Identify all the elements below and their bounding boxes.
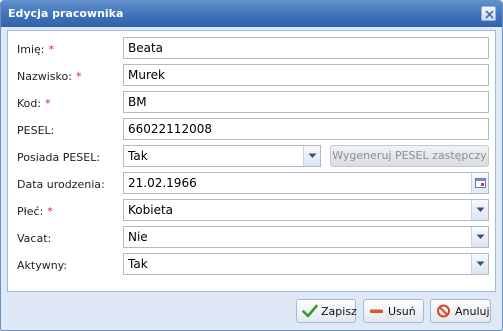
aktywny-select[interactable]: Tak <box>123 253 489 275</box>
required-marker: * <box>48 43 55 56</box>
label-imie: Imię: * <box>17 43 54 56</box>
row-vacat: Vacat: Nie <box>8 226 495 248</box>
dropdown-trigger[interactable] <box>303 146 320 166</box>
dialog-title: Edycja pracownika <box>8 7 124 20</box>
cancel-button-label: Anuluj <box>455 305 490 318</box>
imie-input[interactable]: Beata <box>123 37 489 59</box>
dropdown-trigger[interactable] <box>471 227 488 247</box>
close-icon <box>485 10 494 19</box>
row-nazwisko: Nazwisko: * Murek <box>8 64 495 86</box>
required-marker: * <box>75 70 82 83</box>
save-button[interactable]: Zapisz <box>296 299 357 323</box>
birth-date-value: 21.02.1966 <box>128 176 197 190</box>
row-plec: Płeć: * Kobieta <box>8 199 495 221</box>
aktywny-value: Tak <box>128 257 148 271</box>
kod-input[interactable]: BM <box>123 91 489 113</box>
delete-button-label: Usuń <box>388 305 416 318</box>
label-pesel: PESEL: <box>17 124 55 137</box>
label-aktywny: Aktywny: <box>17 259 68 272</box>
row-aktywny: Aktywny: Tak <box>8 253 495 275</box>
row-kod: Kod: * BM <box>8 91 495 113</box>
plec-select[interactable]: Kobieta <box>123 199 489 221</box>
date-picker-trigger[interactable] <box>471 173 488 193</box>
row-data-urodzenia: Data urodzenia: 21.02.1966 <box>8 172 495 194</box>
pesel-input[interactable]: 66022112008 <box>123 118 489 140</box>
label-kod: Kod: * <box>17 97 51 110</box>
label-vacat: Vacat: <box>17 232 52 245</box>
chevron-down-icon <box>308 153 317 158</box>
dropdown-trigger[interactable] <box>471 200 488 220</box>
save-button-label: Zapisz <box>321 305 357 318</box>
birth-date-input[interactable]: 21.02.1966 <box>123 172 489 194</box>
dialog-footer: Zapisz Usuń Anuluj <box>1 293 502 331</box>
cancel-button[interactable]: Anuluj <box>430 299 491 323</box>
label-posiada-pesel: Posiada PESEL: <box>17 151 101 164</box>
chevron-down-icon <box>476 234 485 239</box>
chevron-down-icon <box>476 261 485 266</box>
label-plec: Płeć: * <box>17 205 53 218</box>
close-button[interactable] <box>481 6 496 21</box>
generate-pesel-button[interactable]: Wygeneruj PESEL zastępczy <box>330 145 489 167</box>
checkmark-icon <box>302 304 318 318</box>
label-nazwisko: Nazwisko: * <box>17 70 82 83</box>
form-panel: Imię: * Beata Nazwisko: * Murek Kod: * BM P… <box>7 30 496 292</box>
delete-button[interactable]: Usuń <box>363 299 424 323</box>
vacat-select[interactable]: Nie <box>123 226 489 248</box>
required-marker: * <box>45 97 51 110</box>
calendar-icon <box>475 178 486 188</box>
dropdown-trigger[interactable] <box>471 254 488 274</box>
cancel-icon <box>437 304 450 318</box>
row-pesel: PESEL: 66022112008 <box>8 118 495 140</box>
row-posiada-pesel: Posiada PESEL: Tak Wygeneruj PESEL zastę… <box>8 145 495 167</box>
nazwisko-input[interactable]: Murek <box>123 64 489 86</box>
posiada-pesel-value: Tak <box>128 149 148 163</box>
dialog-titlebar[interactable]: Edycja pracownika <box>1 1 502 27</box>
vacat-value: Nie <box>128 230 148 244</box>
label-data-urodzenia: Data urodzenia: <box>17 178 105 191</box>
required-marker: * <box>47 205 53 218</box>
row-imie: Imię: * Beata <box>8 37 495 59</box>
edit-employee-dialog: Edycja pracownika Imię: * Beata Nazwisko:… <box>0 0 503 331</box>
minus-icon <box>370 309 383 313</box>
posiada-pesel-select[interactable]: Tak <box>123 145 321 167</box>
plec-value: Kobieta <box>128 203 174 217</box>
chevron-down-icon <box>476 207 485 212</box>
